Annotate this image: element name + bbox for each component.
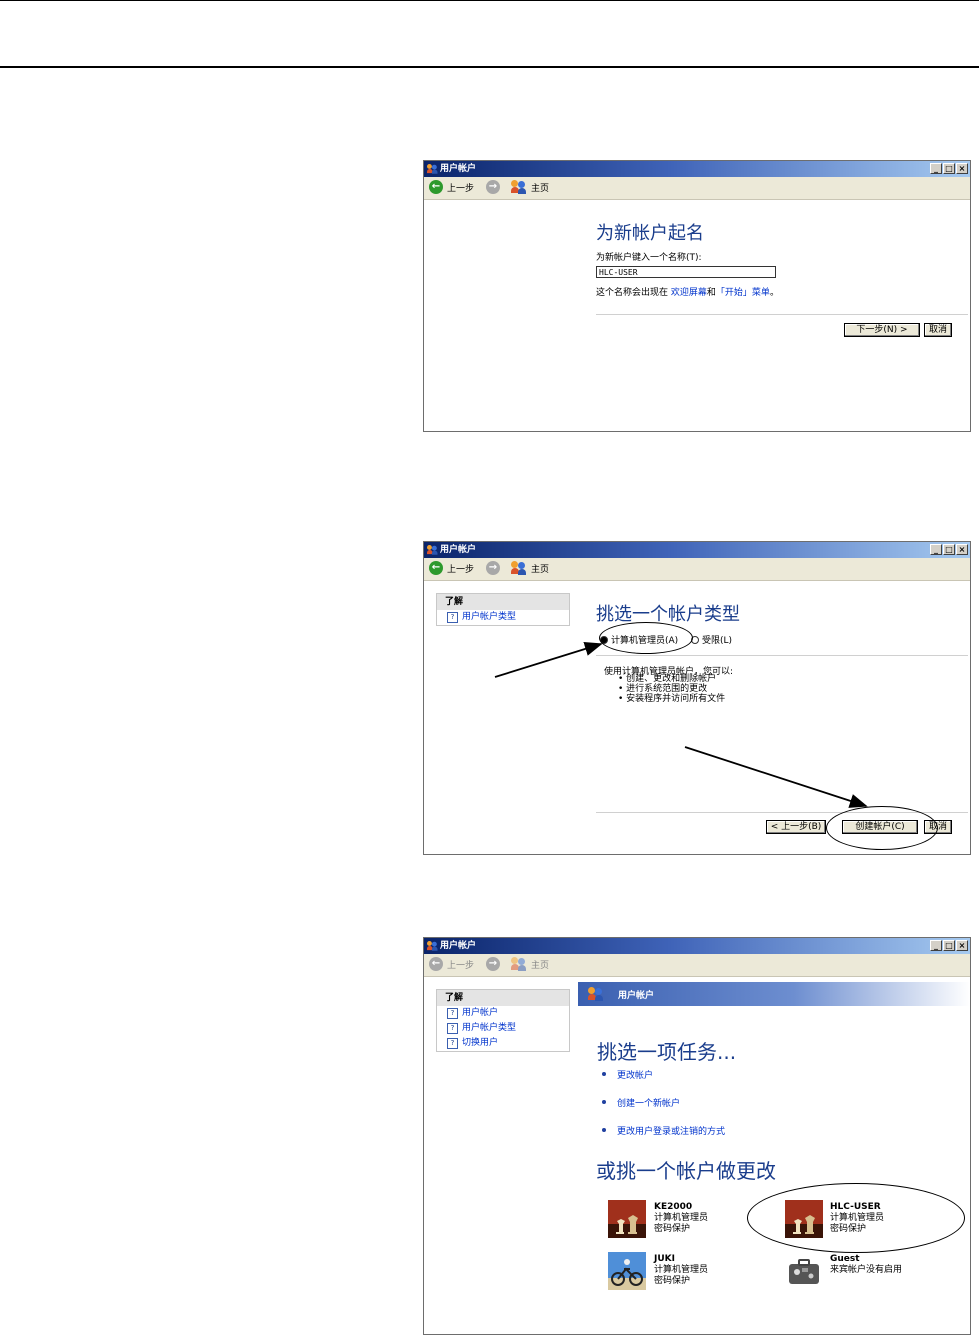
account-info: KE2000 计算机管理员 密码保护 xyxy=(654,1202,708,1235)
back-arrow-icon: ← xyxy=(429,957,443,971)
user-accounts-app-icon xyxy=(427,941,438,951)
close-button[interactable]: × xyxy=(956,940,968,951)
title-bar[interactable]: 用户帐户 _ □ × xyxy=(424,938,970,954)
bullet-icon xyxy=(602,1072,606,1076)
account-type: 计算机管理员 xyxy=(654,1213,709,1223)
suitcase-icon xyxy=(789,1259,819,1284)
account-type: 来宾帐户没有启用 xyxy=(830,1265,903,1275)
home-button[interactable]: 主页 xyxy=(511,957,549,971)
account-info: Guest 来宾帐户没有启用 xyxy=(830,1254,902,1276)
panel-item-label: 用户帐户 xyxy=(462,1008,499,1018)
window-pick-task: 用户帐户 _ □ × ← 上一步 → 主页 用户帐户 了解 ? 用户帐户 ? 用… xyxy=(423,937,971,1335)
account-name: JUKI xyxy=(654,1254,675,1264)
task-change-logon[interactable]: 更改用户登录或注销的方式 xyxy=(617,1124,725,1137)
arrow-to-admin-radio xyxy=(494,641,603,678)
account-info: JUKI 计算机管理员 密码保护 xyxy=(654,1254,708,1287)
home-label: 主页 xyxy=(531,960,550,971)
maximize-button[interactable]: □ xyxy=(943,940,955,951)
account-status: 密码保护 xyxy=(654,1224,691,1234)
section-banner: 用户帐户 xyxy=(578,982,970,1006)
panel-item-user-accounts[interactable]: ? 用户帐户 xyxy=(437,1006,569,1021)
help-icon: ? xyxy=(447,1008,458,1019)
bullet-icon xyxy=(602,1128,606,1132)
learn-about-panel: 了解 ? 用户帐户 ? 用户帐户类型 ? 切换用户 xyxy=(436,989,570,1052)
account-tile[interactable]: JUKI 计算机管理员 密码保护 xyxy=(608,1252,748,1294)
account-name: KE2000 xyxy=(654,1202,693,1212)
chess-icon xyxy=(608,1200,646,1238)
banner-title: 用户帐户 xyxy=(618,991,655,1001)
account-status: 密码保护 xyxy=(654,1276,691,1286)
account-name: Guest xyxy=(830,1254,860,1264)
arrow-to-create-button xyxy=(684,746,868,808)
help-icon: ? xyxy=(447,1037,458,1049)
forward-arrow-icon: → xyxy=(486,957,500,971)
task-create-account[interactable]: 创建一个新帐户 xyxy=(617,1096,680,1109)
minimize-button[interactable]: _ xyxy=(930,940,942,951)
panel-item-switch-user[interactable]: ? 切换用户 xyxy=(437,1035,569,1051)
users-icon xyxy=(511,957,527,971)
account-tile[interactable]: Guest 来宾帐户没有启用 xyxy=(785,1252,925,1294)
account-type: 计算机管理员 xyxy=(654,1265,709,1275)
panel-item-label: 切换用户 xyxy=(462,1038,499,1048)
hlc-user-highlight-ellipse xyxy=(747,1183,965,1253)
back-label: 上一步 xyxy=(447,960,475,971)
motorbike-icon xyxy=(608,1252,646,1290)
bullet-icon xyxy=(602,1100,606,1104)
toolbar: ← 上一步 → 主页 xyxy=(424,954,970,977)
page-heading: 挑选一项任务... xyxy=(597,1040,737,1064)
window-title: 用户帐户 xyxy=(440,941,477,951)
panel-item-account-types[interactable]: ? 用户帐户类型 xyxy=(437,1021,569,1035)
section-heading: 或挑一个帐户做更改 xyxy=(596,1159,776,1183)
task-change-account[interactable]: 更改帐户 xyxy=(617,1068,653,1081)
panel-item-label: 用户帐户类型 xyxy=(462,1023,517,1033)
banner-users-icon xyxy=(588,987,604,1001)
panel-title: 了解 xyxy=(437,990,569,1006)
help-icon: ? xyxy=(447,1022,458,1034)
forward-button[interactable]: → xyxy=(486,957,500,971)
account-tile[interactable]: KE2000 计算机管理员 密码保护 xyxy=(608,1200,748,1242)
back-button[interactable]: ← 上一步 xyxy=(429,957,474,971)
